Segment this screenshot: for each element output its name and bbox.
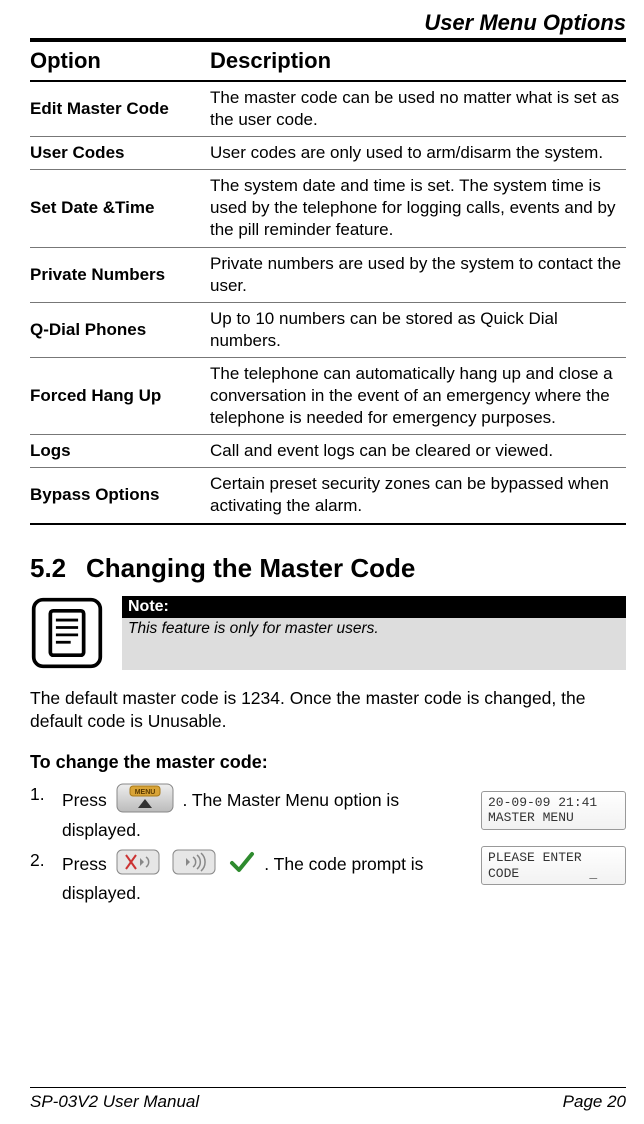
note-icon xyxy=(30,596,104,675)
step1-text-b: . The Master Menu option is displayed. xyxy=(62,790,399,841)
row-option: Set Date &Time xyxy=(30,170,210,247)
step1-text-a: Press xyxy=(62,790,112,810)
row-desc: The master code can be used no matter wh… xyxy=(210,81,626,137)
table-row: Edit Master Code The master code can be … xyxy=(30,81,626,137)
footer-right: Page 20 xyxy=(563,1092,626,1112)
volume-button-icon xyxy=(172,849,216,882)
row-desc: The system date and time is set. The sys… xyxy=(210,170,626,247)
th-option: Option xyxy=(30,41,210,81)
subheading: To change the master code: xyxy=(30,752,626,773)
row-desc: Call and event logs can be cleared or vi… xyxy=(210,435,626,468)
note-row: Note: This feature is only for master us… xyxy=(30,596,626,675)
page-title: User Menu Options xyxy=(30,10,626,36)
lcd-panel-col: 20-09-09 21:41 MASTER MENU PLEASE ENTER … xyxy=(481,791,626,885)
step-number: 1. xyxy=(30,783,48,807)
table-row: Forced Hang Up The telephone can automat… xyxy=(30,357,626,434)
section-title: Changing the Master Code xyxy=(86,553,415,583)
step-2: 2. Press xyxy=(30,849,466,905)
section-number: 5.2 xyxy=(30,553,86,584)
row-desc: Up to 10 numbers can be stored as Quick … xyxy=(210,302,626,357)
row-option: Q-Dial Phones xyxy=(30,302,210,357)
svg-text:MENU: MENU xyxy=(134,789,155,796)
step-1: 1. Press MENU . The Master Menu option i… xyxy=(30,783,466,843)
row-desc: User codes are only used to arm/disarm t… xyxy=(210,137,626,170)
menu-up-button-icon: MENU xyxy=(116,783,174,820)
note-body: This feature is only for master users. xyxy=(122,618,626,640)
intro-paragraph: The default master code is 1234. Once th… xyxy=(30,687,626,734)
step-number: 2. xyxy=(30,849,48,873)
row-option: Bypass Options xyxy=(30,468,210,524)
section-heading: 5.2Changing the Master Code xyxy=(30,553,626,584)
row-desc: Private numbers are used by the system t… xyxy=(210,247,626,302)
row-option: Forced Hang Up xyxy=(30,357,210,434)
checkmark-icon xyxy=(229,851,255,880)
note-header: Note: xyxy=(122,596,626,618)
table-row: Bypass Options Certain preset security z… xyxy=(30,468,626,524)
steps-block: 20-09-09 21:41 MASTER MENU PLEASE ENTER … xyxy=(30,783,626,906)
th-description: Description xyxy=(210,41,626,81)
row-option: Logs xyxy=(30,435,210,468)
row-option: Edit Master Code xyxy=(30,81,210,137)
table-row: Q-Dial Phones Up to 10 numbers can be st… xyxy=(30,302,626,357)
options-table: Option Description Edit Master Code The … xyxy=(30,40,626,525)
lcd-display-1: 20-09-09 21:41 MASTER MENU xyxy=(481,791,626,830)
step2-text-a: Press xyxy=(62,854,112,874)
table-row: Private Numbers Private numbers are used… xyxy=(30,247,626,302)
table-row: Logs Call and event logs can be cleared … xyxy=(30,435,626,468)
row-desc: Certain preset security zones can be byp… xyxy=(210,468,626,524)
row-option: User Codes xyxy=(30,137,210,170)
table-row: User Codes User codes are only used to a… xyxy=(30,137,626,170)
footer-left: SP-03V2 User Manual xyxy=(30,1092,199,1112)
lcd-display-2: PLEASE ENTER CODE _ xyxy=(481,846,626,885)
mute-button-icon xyxy=(116,849,160,882)
page-footer: SP-03V2 User Manual Page 20 xyxy=(30,1087,626,1112)
row-desc: The telephone can automatically hang up … xyxy=(210,357,626,434)
row-option: Private Numbers xyxy=(30,247,210,302)
note-box: Note: This feature is only for master us… xyxy=(122,596,626,670)
table-row: Set Date &Time The system date and time … xyxy=(30,170,626,247)
